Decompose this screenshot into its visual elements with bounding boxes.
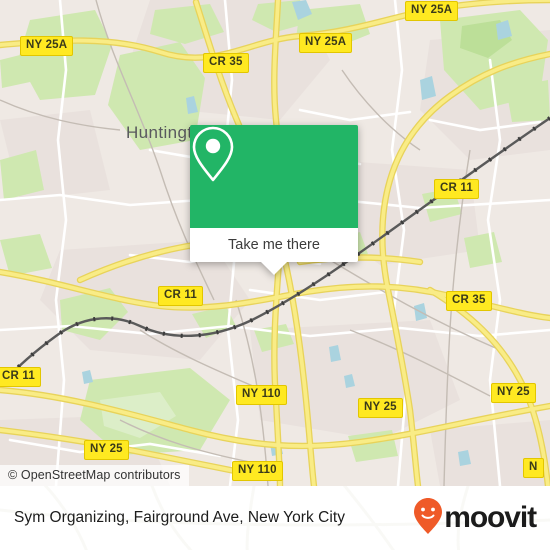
- road-shield[interactable]: NY 25: [358, 398, 403, 418]
- road-shield[interactable]: NY 25A: [299, 33, 353, 53]
- road-shield[interactable]: N: [523, 458, 544, 478]
- road-shield[interactable]: CR 35: [446, 291, 492, 311]
- place-title: Sym Organizing, Fairground Ave, New York…: [14, 509, 346, 526]
- road-shield[interactable]: CR 11: [0, 367, 41, 387]
- road-shield[interactable]: NY 25A: [405, 1, 459, 21]
- road-shield[interactable]: CR 11: [434, 179, 479, 199]
- location-popup[interactable]: Take me there: [190, 125, 358, 275]
- road-shield[interactable]: NY 25: [84, 440, 129, 460]
- road-shield[interactable]: CR 11: [158, 286, 203, 306]
- moovit-logo[interactable]: moovit: [413, 497, 537, 540]
- popup-tail: [261, 262, 287, 275]
- take-me-there-button[interactable]: Take me there: [190, 228, 358, 262]
- footer-content: Sym Organizing, Fairground Ave, New York…: [0, 486, 550, 550]
- map-attribution[interactable]: © OpenStreetMap contributors: [0, 465, 189, 486]
- moovit-wordmark: moovit: [444, 501, 537, 534]
- moovit-smiley-pin-icon: [413, 497, 443, 540]
- footer-bar: Sym Organizing, Fairground Ave, New York…: [0, 486, 550, 550]
- road-shield[interactable]: NY 110: [232, 461, 283, 481]
- screenshot-root: Huntington NY 25A NY 25A CR 35 NY 25A CR…: [0, 0, 550, 550]
- road-shield[interactable]: CR 35: [203, 53, 249, 73]
- map-canvas[interactable]: Huntington NY 25A NY 25A CR 35 NY 25A CR…: [0, 0, 550, 486]
- road-shield[interactable]: NY 110: [236, 385, 287, 405]
- road-shield[interactable]: NY 25A: [20, 36, 74, 56]
- road-shield[interactable]: NY 25: [491, 383, 536, 403]
- popup-header: [190, 125, 358, 228]
